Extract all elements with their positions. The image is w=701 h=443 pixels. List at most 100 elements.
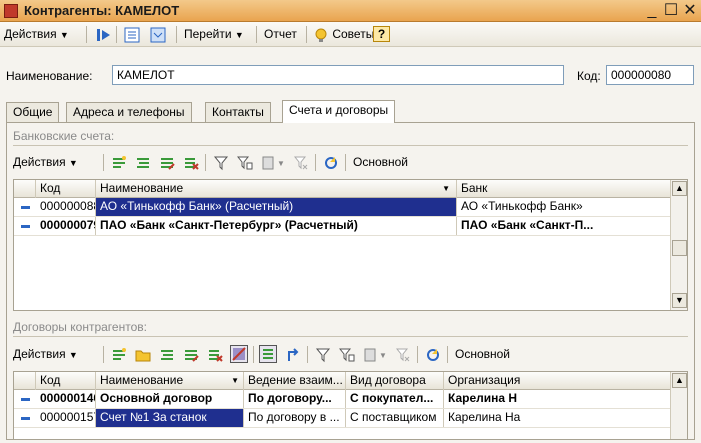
tab-contacts[interactable]: Контакты bbox=[205, 102, 271, 122]
sort-down-icon: ▼ bbox=[442, 184, 450, 193]
contracts-add-group-button[interactable] bbox=[135, 346, 151, 363]
bank-clear-filter-button[interactable] bbox=[293, 154, 309, 171]
bank-edit-button[interactable] bbox=[159, 154, 175, 171]
close-button[interactable]: ✕ bbox=[680, 1, 700, 21]
column-header-bank[interactable]: Банк bbox=[457, 180, 672, 198]
scroll-up-icon[interactable]: ▲ bbox=[672, 373, 687, 388]
cell-conduct: По договору в ... bbox=[244, 409, 346, 427]
table-row[interactable]: 000000157 Счет №1 За станок По договору … bbox=[14, 409, 672, 428]
contracts-refresh-button[interactable] bbox=[425, 346, 441, 363]
contracts-grid-header: Код Наименование ▼ Ведение взаим... Вид д… bbox=[14, 372, 672, 390]
bank-filter-list-button[interactable] bbox=[237, 154, 253, 171]
minimize-button[interactable]: _ bbox=[642, 1, 662, 21]
bank-add-button[interactable] bbox=[111, 154, 127, 171]
column-header-code[interactable]: Код bbox=[36, 180, 96, 198]
actions-menu[interactable]: Действия ▼ bbox=[4, 26, 69, 43]
cell-name: АО «Тинькофф Банк» (Расчетный) bbox=[96, 198, 457, 216]
contracts-grid-scrollbar[interactable]: ▲ bbox=[670, 372, 687, 439]
row-marker-header bbox=[14, 180, 36, 198]
cell-bank: АО «Тинькофф Банк» bbox=[457, 198, 672, 216]
delete-row-icon bbox=[185, 157, 199, 170]
name-field[interactable]: КАМЕЛОТ bbox=[112, 65, 564, 85]
report-button[interactable]: Отчет bbox=[264, 26, 297, 43]
bank-history-menu[interactable]: ▼ bbox=[261, 154, 285, 171]
contracts-history-menu[interactable]: ▼ bbox=[363, 346, 387, 363]
table-row[interactable]: 000000088 АО «Тинькофф Банк» (Расчетный)… bbox=[14, 198, 672, 217]
delete-row-icon bbox=[209, 349, 223, 362]
contracts-hierarchy-button[interactable] bbox=[259, 345, 277, 363]
cell-code: 000000088 bbox=[36, 198, 96, 216]
bank-copy-button[interactable] bbox=[135, 154, 151, 171]
contracts-edit-button[interactable] bbox=[183, 346, 199, 363]
table-row[interactable]: 000000140 Основной договор По договору..… bbox=[14, 390, 672, 409]
goto-menu[interactable]: Перейти ▼ bbox=[184, 26, 244, 43]
contracts-clear-filter-button[interactable] bbox=[395, 346, 411, 363]
contracts-mark-button[interactable] bbox=[230, 345, 248, 363]
column-header-name[interactable]: Наименование ▼ bbox=[96, 180, 457, 198]
cell-bank: ПАО «Банк «Санкт-П... bbox=[457, 217, 672, 235]
table-row[interactable]: 000000079 ПАО «Банк «Санкт-Петербург» (Р… bbox=[14, 217, 672, 236]
list-button[interactable] bbox=[124, 26, 140, 43]
code-field[interactable]: 000000080 bbox=[606, 65, 694, 85]
hierarchy-icon bbox=[259, 345, 277, 363]
filter-list-icon bbox=[339, 348, 355, 362]
help-button[interactable]: ? bbox=[373, 26, 390, 43]
tab-accounts-contracts[interactable]: Счета и договоры bbox=[282, 100, 396, 123]
contracts-delete-button[interactable] bbox=[207, 346, 223, 363]
scroll-thumb[interactable] bbox=[672, 240, 687, 256]
app-icon bbox=[4, 4, 18, 18]
move-left-button[interactable] bbox=[96, 26, 112, 43]
bank-actions-label: Действия bbox=[13, 155, 66, 169]
filter-icon bbox=[213, 156, 229, 171]
actions-label: Действия bbox=[4, 27, 57, 41]
name-label: Наименование: bbox=[6, 69, 93, 83]
scroll-down-icon[interactable]: ▼ bbox=[672, 293, 687, 308]
chevron-down-icon: ▼ bbox=[277, 159, 285, 168]
contracts-toolbar: Действия ▼ ▼ Основной bbox=[9, 343, 689, 365]
history-icon bbox=[364, 348, 376, 362]
bank-accounts-grid: Код Наименование ▼ Банк 000000088 АО «Тин… bbox=[13, 179, 688, 311]
bank-filter-button[interactable] bbox=[213, 154, 229, 171]
bank-main-button[interactable]: Основной bbox=[353, 154, 408, 171]
cell-org: Карелина На bbox=[444, 409, 672, 427]
contracts-main-button[interactable]: Основной bbox=[455, 346, 510, 363]
bank-grid-scrollbar[interactable]: ▲ ▼ bbox=[670, 180, 687, 310]
contracts-move-button[interactable] bbox=[285, 346, 301, 363]
cell-org: Карелина Н bbox=[444, 390, 672, 408]
contracts-filter-button[interactable] bbox=[315, 346, 331, 363]
bank-refresh-button[interactable] bbox=[323, 154, 339, 171]
contracts-actions-menu[interactable]: Действия ▼ bbox=[13, 346, 78, 363]
tips-button[interactable]: Советы bbox=[313, 26, 374, 43]
bank-actions-menu[interactable]: Действия ▼ bbox=[13, 154, 78, 171]
folder-icon bbox=[135, 350, 151, 362]
column-header-name[interactable]: Наименование ▼ bbox=[96, 372, 244, 390]
tab-general[interactable]: Общие bbox=[6, 102, 60, 122]
maximize-button[interactable]: ☐ bbox=[661, 1, 681, 21]
column-header-conduct[interactable]: Ведение взаим... bbox=[244, 372, 346, 390]
cell-name: Основной договор bbox=[96, 390, 244, 408]
tab-addresses[interactable]: Адреса и телефоны bbox=[66, 102, 192, 122]
goto-label: Перейти bbox=[184, 27, 232, 41]
row-marker-icon bbox=[21, 206, 30, 209]
bank-delete-button[interactable] bbox=[183, 154, 199, 171]
column-header-kind[interactable]: Вид договора bbox=[346, 372, 444, 390]
cell-code: 000000079 bbox=[36, 217, 96, 235]
structure-icon bbox=[150, 27, 166, 43]
contracts-copy-button[interactable] bbox=[159, 346, 175, 363]
column-header-org[interactable]: Организация bbox=[444, 372, 672, 390]
column-header-code[interactable]: Код bbox=[36, 372, 96, 390]
window-title-bar[interactable]: Контрагенты: КАМЕЛОТ _ ☐ ✕ bbox=[0, 0, 701, 22]
contracts-filter-list-button[interactable] bbox=[339, 346, 355, 363]
clear-filter-icon bbox=[395, 348, 410, 362]
contracts-add-button[interactable] bbox=[111, 346, 127, 363]
tab-panel: Банковские счета: Действия ▼ ▼ Основной … bbox=[6, 122, 695, 440]
scroll-up-icon[interactable]: ▲ bbox=[672, 181, 687, 196]
chevron-down-icon: ▼ bbox=[379, 351, 387, 360]
structure-button[interactable] bbox=[150, 26, 166, 43]
chevron-down-icon: ▼ bbox=[68, 350, 78, 360]
list-icon bbox=[124, 27, 140, 43]
window-title: Контрагенты: КАМЕЛОТ bbox=[24, 3, 180, 18]
row-marker-icon bbox=[21, 417, 30, 420]
sort-down-icon: ▼ bbox=[231, 376, 239, 385]
contracts-actions-label: Действия bbox=[13, 347, 66, 361]
